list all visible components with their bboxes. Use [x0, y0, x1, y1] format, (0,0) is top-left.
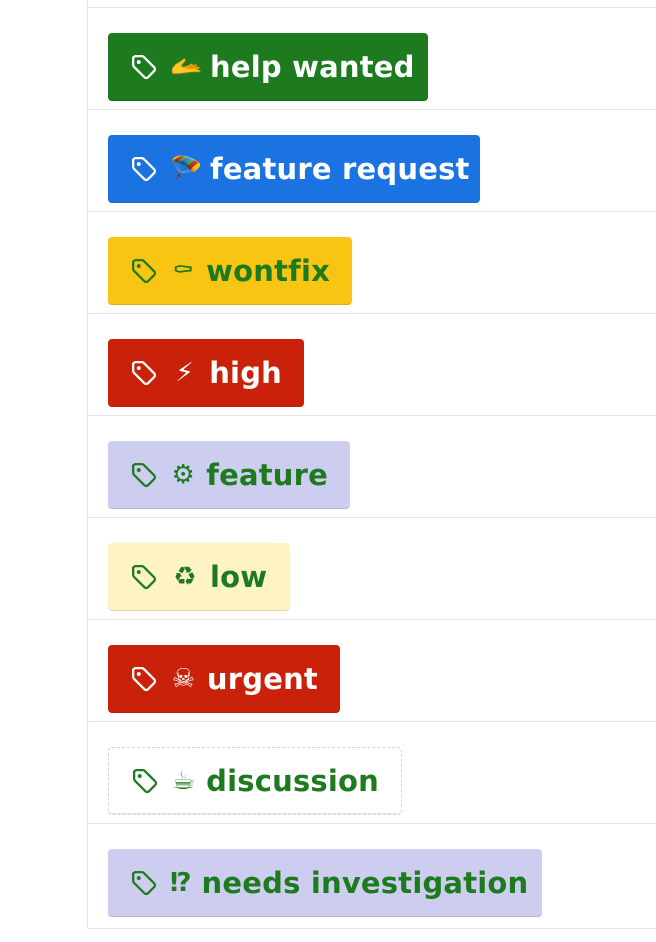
tag-icon: [130, 257, 158, 285]
label-name: urgent: [206, 662, 318, 696]
list-item: ⚰ wontfix: [88, 211, 656, 313]
label-emoji: ☕: [171, 766, 196, 796]
tag-icon: [130, 155, 158, 183]
tag-icon: [130, 53, 158, 81]
label-emoji: ⚙: [171, 460, 195, 490]
label-emoji: 🫴: [170, 52, 203, 82]
list-item: ♻ low: [88, 517, 656, 619]
label-emoji: ⁉: [170, 868, 192, 898]
list-item: ☕ discussion: [88, 721, 656, 823]
issue-label[interactable]: ⚡ high: [108, 339, 304, 407]
issue-label[interactable]: 🪂 feature request: [108, 135, 480, 203]
label-list: 🫴 help wanted 🪂 feature request ⚰ wontfix ⚡ hig…: [87, 0, 656, 929]
list-item: ☠ urgent: [88, 619, 656, 721]
tag-icon: [130, 563, 158, 591]
label-name: high: [209, 356, 282, 390]
label-name: wontfix: [206, 254, 330, 288]
issue-label[interactable]: ⚙ feature: [108, 441, 350, 509]
list-item: 🪂 feature request: [88, 109, 656, 211]
list-item: 🫴 help wanted: [88, 7, 656, 109]
label-emoji: 🪂: [170, 154, 203, 184]
tag-icon: [130, 461, 158, 489]
tag-icon: [130, 869, 158, 897]
list-row-top: [88, 0, 656, 7]
label-emoji: ⚡: [175, 358, 194, 388]
label-name: needs investigation: [201, 866, 529, 900]
list-item: ⚡ high: [88, 313, 656, 415]
list-item: ⁉ needs investigation: [88, 823, 656, 925]
label-name: low: [210, 560, 268, 594]
issue-label[interactable]: 🫴 help wanted: [108, 33, 428, 101]
tag-icon: [130, 665, 158, 693]
label-name: feature: [206, 458, 328, 492]
list-item: ⚙ feature: [88, 415, 656, 517]
label-name: help wanted: [210, 50, 415, 84]
issue-label[interactable]: ☕ discussion: [108, 747, 402, 815]
issue-label[interactable]: ☠ urgent: [108, 645, 340, 713]
label-name: feature request: [210, 152, 470, 186]
issue-label[interactable]: ♻ low: [108, 543, 290, 611]
tag-icon: [131, 767, 159, 795]
label-emoji: ☠: [171, 664, 196, 694]
label-emoji: ⚰: [172, 256, 195, 286]
label-emoji: ♻: [173, 562, 197, 592]
label-name: discussion: [206, 764, 379, 798]
issue-label[interactable]: ⁉ needs investigation: [108, 849, 542, 917]
issue-label[interactable]: ⚰ wontfix: [108, 237, 352, 305]
tag-icon: [130, 359, 158, 387]
